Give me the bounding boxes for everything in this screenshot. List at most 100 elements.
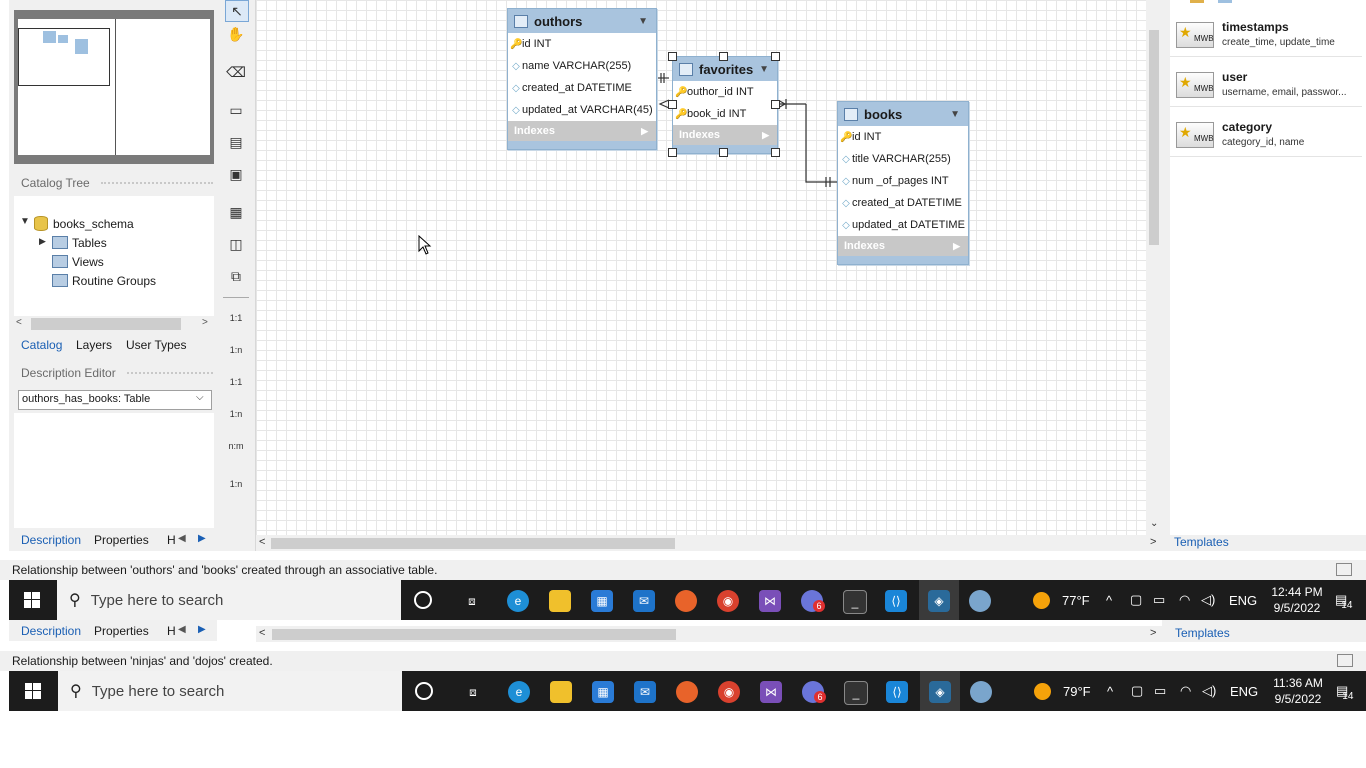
column-row[interactable]: ◇ updated_at VARCHAR(45) bbox=[508, 99, 656, 121]
column-row[interactable]: ◇ num _of_pages INT bbox=[838, 170, 968, 192]
canvas-hscrollbar[interactable]: < > bbox=[256, 535, 1162, 551]
column-row[interactable]: ◇ created_at DATETIME bbox=[838, 192, 968, 214]
column-row[interactable]: 🔑 book_id INT bbox=[673, 103, 777, 125]
description-text-area[interactable] bbox=[14, 413, 214, 528]
scroll-down-icon[interactable]: ⌄ bbox=[1150, 518, 1158, 529]
tab-history[interactable]: H bbox=[167, 624, 176, 638]
pointer-tool-icon[interactable]: ↖ bbox=[225, 0, 249, 22]
column-row[interactable]: ◇ name VARCHAR(255) bbox=[508, 55, 656, 77]
scroll-right-icon[interactable]: > bbox=[202, 317, 208, 328]
canvas-hscroll-thumb[interactable] bbox=[272, 629, 676, 640]
resize-handle[interactable] bbox=[771, 52, 780, 61]
scroll-right-icon[interactable]: > bbox=[1150, 627, 1156, 639]
power-icon[interactable]: ▭ bbox=[1154, 671, 1166, 711]
tab-scroll-left-icon[interactable]: ◀ bbox=[178, 624, 186, 635]
resize-handle[interactable] bbox=[719, 148, 728, 157]
expand-right-icon[interactable]: ▶ bbox=[39, 236, 46, 247]
scroll-right-icon[interactable]: > bbox=[1150, 536, 1156, 548]
column-row[interactable]: 🔑 id INT bbox=[838, 126, 968, 148]
chevron-down-icon[interactable]: ⌵ bbox=[196, 392, 204, 403]
resize-handle[interactable] bbox=[668, 148, 677, 157]
volume-icon[interactable]: ◁) bbox=[1202, 671, 1216, 711]
edge-icon[interactable]: e bbox=[507, 590, 529, 612]
column-row[interactable]: ◇ title VARCHAR(255) bbox=[838, 148, 968, 170]
collapse-icon[interactable]: ▼ bbox=[950, 109, 960, 120]
visual-studio-icon[interactable]: ⋈ bbox=[759, 590, 781, 612]
firefox-icon[interactable] bbox=[676, 681, 698, 703]
clock[interactable]: 11:36 AM 9/5/2022 bbox=[1263, 675, 1333, 707]
tree-item-views[interactable]: Views bbox=[72, 255, 104, 269]
clock[interactable]: 12:44 PM 9/5/2022 bbox=[1262, 584, 1332, 616]
windows-start-icon[interactable] bbox=[24, 592, 40, 608]
cortana-icon[interactable] bbox=[415, 682, 433, 700]
notification-center-icon[interactable]: ▤ 14 bbox=[1335, 580, 1352, 620]
vscode-icon[interactable]: ⟨⟩ bbox=[885, 590, 907, 612]
scroll-left-icon[interactable]: < bbox=[259, 627, 265, 639]
taskbar-active-app[interactable]: ◈ bbox=[919, 580, 959, 620]
meet-now-icon[interactable]: ▢ bbox=[1131, 671, 1143, 711]
routine-tool-icon[interactable]: ⧉ bbox=[225, 266, 247, 286]
hand-tool-icon[interactable]: ✋ bbox=[225, 24, 247, 44]
column-row[interactable]: ◇ created_at DATETIME bbox=[508, 77, 656, 99]
language-indicator[interactable]: ENG bbox=[1230, 671, 1258, 711]
chrome-icon[interactable]: ◉ bbox=[718, 681, 740, 703]
template-item[interactable]: ★ MWB user username, email, passwor... bbox=[1170, 60, 1362, 107]
toolbar-icon[interactable] bbox=[1190, 0, 1204, 3]
entity-books[interactable]: books ▼ 🔑 id INT ◇ title VARCHAR(255) ◇ num … bbox=[837, 101, 969, 265]
chrome-icon[interactable]: ◉ bbox=[717, 590, 739, 612]
tab-scroll-right-icon[interactable]: ▶ bbox=[198, 533, 206, 544]
terminal-icon[interactable]: _ bbox=[844, 681, 868, 705]
template-item[interactable]: ★ MWB timestamps create_time, update_time bbox=[1170, 10, 1362, 57]
scroll-left-icon[interactable]: < bbox=[16, 317, 22, 328]
rel-1-n-nonid-icon[interactable]: 1:n bbox=[225, 340, 247, 360]
resize-handle[interactable] bbox=[668, 52, 677, 61]
tab-history[interactable]: H bbox=[167, 533, 176, 547]
output-toggle-icon[interactable] bbox=[1337, 654, 1353, 667]
meet-now-icon[interactable]: ▢ bbox=[1130, 580, 1142, 620]
tree-item-tables[interactable]: Tables bbox=[72, 236, 107, 250]
collapse-icon[interactable]: ▼ bbox=[759, 64, 769, 75]
firefox-icon[interactable] bbox=[675, 590, 697, 612]
rel-n-m-icon[interactable]: n:m bbox=[225, 436, 247, 456]
wifi-icon[interactable]: ◠ bbox=[1180, 671, 1191, 711]
tab-description[interactable]: Description bbox=[21, 533, 81, 547]
file-explorer-icon[interactable] bbox=[549, 590, 571, 612]
store-icon[interactable]: ▦ bbox=[592, 681, 614, 703]
tree-schema-label[interactable]: books_schema bbox=[53, 217, 134, 231]
indexes-section[interactable]: Indexes ▶ bbox=[673, 125, 777, 145]
task-view-icon[interactable]: ⧈ bbox=[462, 681, 484, 703]
entity-outhors[interactable]: outhors ▼ 🔑 id INT ◇ name VARCHAR(255) ◇ cre… bbox=[507, 8, 657, 150]
notification-center-icon[interactable]: ▤ 14 bbox=[1336, 671, 1353, 711]
paint-icon[interactable] bbox=[970, 681, 992, 703]
wifi-icon[interactable]: ◠ bbox=[1179, 580, 1190, 620]
column-row[interactable]: ◇ updated_at DATETIME bbox=[838, 214, 968, 236]
tab-description[interactable]: Description bbox=[21, 624, 81, 638]
toolbar-icon[interactable] bbox=[1218, 0, 1232, 3]
image-tool-icon[interactable]: ▣ bbox=[225, 164, 247, 184]
canvas-vscroll-thumb[interactable] bbox=[1149, 30, 1159, 245]
entity-header[interactable]: outhors ▼ bbox=[508, 9, 656, 33]
chevron-up-icon[interactable]: ^ bbox=[1107, 671, 1113, 711]
expand-down-icon[interactable]: ▼ bbox=[20, 216, 30, 227]
chevron-up-icon[interactable]: ^ bbox=[1106, 580, 1112, 620]
mail-icon[interactable]: ✉ bbox=[633, 590, 655, 612]
edge-icon[interactable]: e bbox=[508, 681, 530, 703]
windows-start-icon[interactable] bbox=[25, 683, 41, 699]
file-explorer-icon[interactable] bbox=[550, 681, 572, 703]
resize-handle[interactable] bbox=[668, 100, 677, 109]
tab-catalog[interactable]: Catalog bbox=[21, 338, 62, 352]
layer-tool-icon[interactable]: ▭ bbox=[225, 100, 247, 120]
language-indicator[interactable]: ENG bbox=[1229, 580, 1257, 620]
expand-right-icon[interactable]: ▶ bbox=[953, 241, 960, 252]
visual-studio-icon[interactable]: ⋈ bbox=[760, 681, 782, 703]
taskbar-active-app[interactable]: ◈ bbox=[920, 671, 960, 711]
model-navigator[interactable] bbox=[14, 10, 214, 164]
cortana-icon[interactable] bbox=[414, 591, 432, 609]
expand-right-icon[interactable]: ▶ bbox=[762, 130, 769, 141]
note-tool-icon[interactable]: ▤ bbox=[225, 132, 247, 152]
battery-icon[interactable]: ▭ bbox=[1153, 580, 1165, 620]
rel-1-n-id-icon[interactable]: 1:n bbox=[225, 404, 247, 424]
tab-templates[interactable]: Templates bbox=[1174, 535, 1229, 549]
vscode-icon[interactable]: ⟨⟩ bbox=[886, 681, 908, 703]
catalog-tree[interactable]: ▼ books_schema ▶ Tables Views Routine Gr… bbox=[14, 196, 214, 316]
